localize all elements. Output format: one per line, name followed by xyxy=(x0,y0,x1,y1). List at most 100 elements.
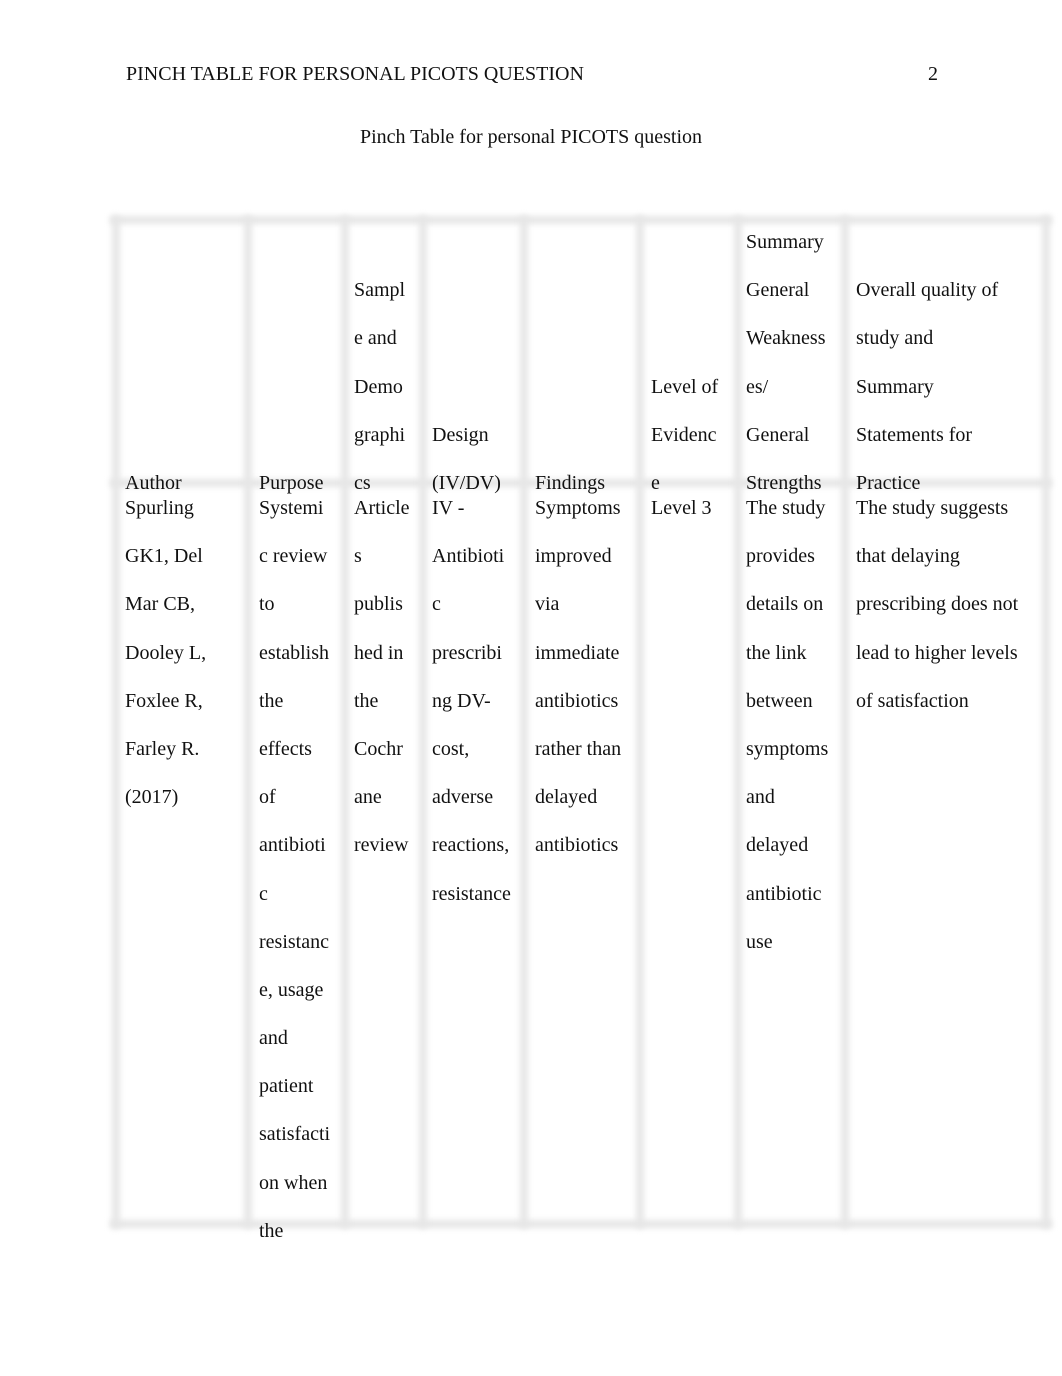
document-title: Pinch Table for personal PICOTS question xyxy=(359,126,703,148)
cell-line: resistanc xyxy=(259,930,329,953)
cell-line: ane xyxy=(354,786,382,809)
cell-line: of xyxy=(259,786,276,809)
column-divider xyxy=(244,216,252,1228)
running-head: PINCH TABLE FOR PERSONAL PICOTS QUESTION xyxy=(126,63,584,85)
cell-line: Cochr xyxy=(354,737,403,760)
cell-line: c xyxy=(259,882,268,905)
cell-line: resistance xyxy=(432,882,511,905)
cell-line: delayed xyxy=(746,834,809,857)
cell-line: Foxlee R, xyxy=(125,689,203,712)
cell-line: establish xyxy=(259,641,329,664)
cell-line: satisfacti xyxy=(259,1123,331,1146)
header-line: study and xyxy=(856,327,934,350)
column-divider xyxy=(520,216,528,1228)
header-line: Statements for xyxy=(856,423,973,446)
cell-line: antibioti xyxy=(259,834,326,857)
cell-line: Systemi xyxy=(259,497,324,519)
header-line: Evidenc xyxy=(651,423,717,446)
header-line: Demo xyxy=(354,375,403,398)
body-cell-purpose: Systemi c review to establish the effects of an… xyxy=(259,484,330,1255)
cell-line: that delaying xyxy=(856,545,960,568)
cell-line: antibiotics xyxy=(535,834,619,857)
header-cell-sample: Sampl e and Demo graphi cs xyxy=(354,266,405,507)
header-line: Weakness xyxy=(746,327,826,350)
cell-line: the xyxy=(259,689,284,712)
header-line: Design xyxy=(432,423,489,446)
cell-line: The study suggests xyxy=(856,497,1009,519)
cell-line: adverse xyxy=(432,786,494,809)
cell-line: antibiotic xyxy=(746,882,822,905)
body-cell-author: Spurling GK1, Del Mar CB, Dooley L, Foxlee R… xyxy=(125,484,206,821)
header-line: General xyxy=(746,279,810,302)
cell-line: publis xyxy=(354,593,403,616)
header-line: e and xyxy=(354,327,397,350)
cell-line: (2017) xyxy=(125,786,179,809)
cell-line: review xyxy=(354,834,409,857)
header-line: graphi xyxy=(354,423,406,446)
cell-line: the xyxy=(354,689,379,712)
cell-line: provides xyxy=(746,545,815,568)
header-line: Overall quality of xyxy=(856,279,999,302)
table-border-left xyxy=(112,216,120,1228)
cell-line: of satisfaction xyxy=(856,689,969,712)
body-cell-quality: The study suggests that delaying prescribi… xyxy=(856,484,1018,725)
body-cell-level: Level 3 xyxy=(651,484,712,532)
header-line: Sampl xyxy=(354,279,406,302)
cell-line: delayed xyxy=(535,786,598,809)
cell-line: effects xyxy=(259,737,312,760)
cell-line: Level 3 xyxy=(651,497,712,519)
cell-line: hed in xyxy=(354,641,404,664)
cell-line: patient xyxy=(259,1075,314,1098)
cell-line: Farley R. xyxy=(125,737,200,760)
header-line: Summary xyxy=(856,375,934,398)
page-number: 2 xyxy=(928,63,938,85)
header-cell-summary: Summary General Weakness es/General Strength… xyxy=(746,218,825,507)
cell-line: improved xyxy=(535,545,612,568)
cell-line: and xyxy=(259,1027,288,1050)
header-line: General xyxy=(746,423,810,446)
cell-line: ng DV- xyxy=(432,689,491,712)
cell-line: prescribi xyxy=(432,641,502,664)
column-divider xyxy=(841,216,849,1228)
cell-line: on when xyxy=(259,1171,328,1194)
cell-line: GK1, Del xyxy=(125,545,203,568)
cell-line: Mar CB, xyxy=(125,593,195,616)
cell-line: IV - xyxy=(432,497,465,519)
cell-line: via xyxy=(535,593,560,616)
cell-line: s xyxy=(354,545,362,568)
cell-line: the link xyxy=(746,641,807,664)
cell-line: and xyxy=(746,786,775,809)
cell-line: reactions, xyxy=(432,834,510,857)
header-line: es/ xyxy=(746,375,769,398)
column-divider xyxy=(636,216,644,1228)
cell-line: antibiotics xyxy=(535,689,619,712)
cell-line: use xyxy=(746,930,773,953)
body-cell-findings: Symptoms improved via immediate antibiotics r… xyxy=(535,484,621,870)
cell-line: c review xyxy=(259,545,328,568)
cell-line: cost, xyxy=(432,737,470,760)
cell-line: rather than xyxy=(535,737,622,760)
column-divider xyxy=(341,216,349,1228)
body-cell-sample: Article s publis hed in the Cochr ane review xyxy=(354,484,410,870)
cell-line: to xyxy=(259,593,275,616)
body-cell-summary: The study provides details on the link betwe… xyxy=(746,484,828,966)
cell-line: between xyxy=(746,689,813,712)
cell-line: c xyxy=(432,593,441,616)
cell-line: symptoms xyxy=(746,737,829,760)
cell-line: Spurling xyxy=(125,497,194,519)
cell-line: The study xyxy=(746,497,826,519)
header-cell-quality: Overall quality of study and Summary Statem… xyxy=(856,266,998,507)
column-divider xyxy=(419,216,427,1228)
body-cell-design: IV - Antibioti c prescribi ng DV-cost, advers… xyxy=(432,484,511,918)
cell-line: details on xyxy=(746,593,824,616)
cell-line: Symptoms xyxy=(535,497,621,519)
cell-line: Antibioti xyxy=(432,545,505,568)
cell-line: e, usage xyxy=(259,978,324,1001)
column-divider xyxy=(734,216,742,1228)
header-line: Level of xyxy=(651,375,719,398)
cell-line: Article xyxy=(354,497,410,519)
cell-line: lead to higher levels xyxy=(856,641,1018,664)
cell-line: the xyxy=(259,1219,284,1242)
header-line: Summary xyxy=(746,231,824,253)
cell-line: Dooley L, xyxy=(125,641,207,664)
